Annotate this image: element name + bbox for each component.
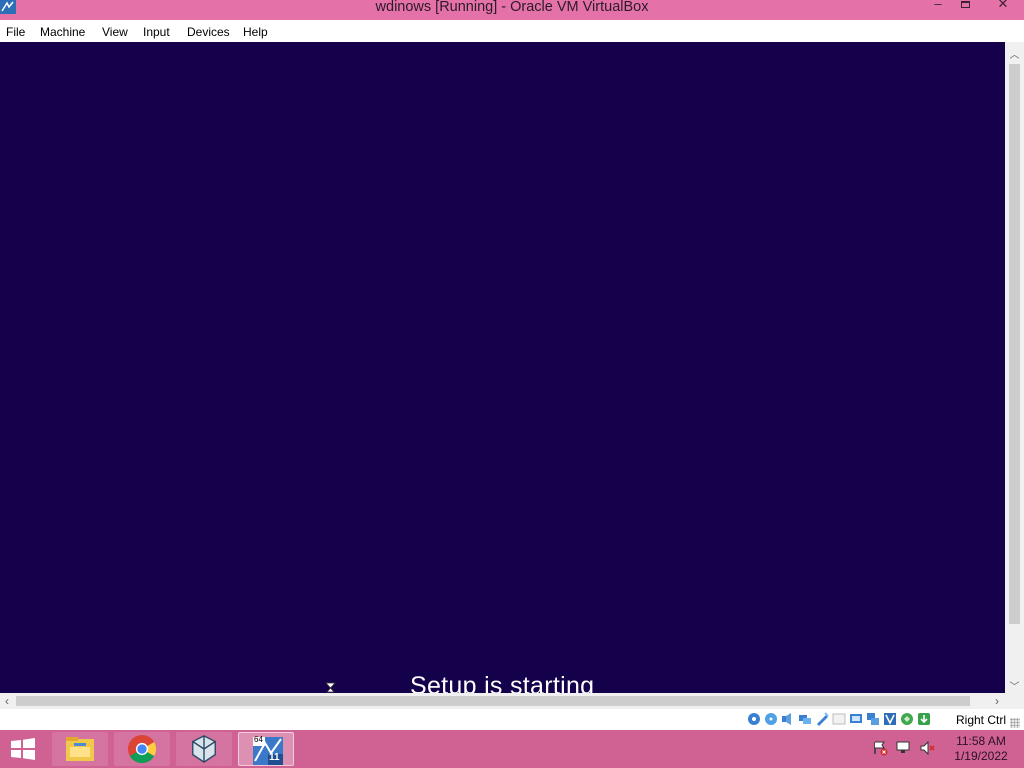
window-title: wdinows [Running] - Oracle VM VirtualBox	[375, 0, 649, 15]
display-icon[interactable]	[849, 712, 863, 726]
clock-time: 11:58 AM	[956, 734, 1006, 748]
mouse-integration-icon[interactable]	[917, 712, 931, 726]
vm-badge-version: 11	[269, 752, 280, 763]
scroll-left-arrow-icon[interactable]: ‹	[0, 694, 14, 708]
scroll-right-arrow-icon[interactable]: ›	[990, 694, 1004, 708]
volume-muted-icon[interactable]	[920, 740, 936, 756]
shared-folders-icon[interactable]	[832, 712, 846, 726]
windows-start-icon[interactable]	[8, 737, 38, 761]
menu-file[interactable]: File	[6, 25, 25, 39]
menu-bar: File Machine View Input Devices Help	[0, 20, 1024, 42]
network-tray-icon[interactable]	[896, 740, 912, 756]
taskbar-clock[interactable]: 11:58 AM 1/19/2022	[948, 734, 1014, 764]
audio-icon[interactable]	[781, 712, 795, 726]
clock-date: 1/19/2022	[954, 749, 1008, 763]
guest-additions-icon[interactable]	[900, 712, 914, 726]
system-tray	[872, 740, 936, 756]
maximize-button[interactable]	[957, 0, 973, 12]
minimize-button[interactable]: –	[930, 0, 946, 12]
scroll-up-arrow-icon[interactable]: ︿	[1005, 46, 1024, 61]
menu-input[interactable]: Input	[143, 25, 170, 39]
horizontal-scroll-thumb[interactable]	[16, 696, 970, 706]
network-icon[interactable]	[798, 712, 812, 726]
taskbar-chrome[interactable]	[114, 732, 170, 766]
setup-status-text: Setup is starting	[410, 672, 595, 693]
hard-disk-icon[interactable]	[747, 712, 761, 726]
menu-machine[interactable]: Machine	[40, 25, 85, 39]
taskbar-virtualbox[interactable]	[176, 732, 232, 766]
scroll-down-arrow-icon[interactable]: ﹀	[1005, 678, 1024, 693]
action-center-icon[interactable]	[872, 740, 888, 756]
taskbar-file-explorer[interactable]	[52, 732, 108, 766]
menu-help[interactable]: Help	[243, 25, 268, 39]
horizontal-scrollbar[interactable]: ‹ ›	[0, 693, 1005, 709]
status-bar: Right Ctrl	[0, 709, 1024, 730]
vertical-scroll-thumb[interactable]	[1009, 64, 1020, 624]
video-capture-icon[interactable]	[866, 712, 880, 726]
file-explorer-icon	[66, 737, 94, 761]
menu-view[interactable]: View	[102, 25, 128, 39]
maximize-icon	[960, 1, 970, 8]
vm-badge-bits: 64	[254, 735, 263, 744]
usb-icon[interactable]	[815, 712, 829, 726]
optical-drive-icon[interactable]	[764, 712, 778, 726]
chrome-icon	[127, 734, 157, 764]
taskbar: 64 11 11:58 AM 1/19/2022	[0, 730, 1024, 768]
device-status-icons	[747, 712, 931, 727]
host-key-label: Right Ctrl	[956, 713, 1007, 727]
scrollbar-corner	[1005, 693, 1024, 709]
vm-display[interactable]: Setup is starting	[0, 42, 1005, 693]
menu-devices[interactable]: Devices	[187, 25, 230, 39]
taskbar-virtualbox-vm[interactable]: 64 11	[238, 732, 294, 766]
virtualbox-icon	[192, 735, 216, 763]
title-bar[interactable]: wdinows [Running] - Oracle VM VirtualBox…	[0, 0, 1024, 20]
virtualization-icon[interactable]	[883, 712, 897, 726]
vertical-scrollbar[interactable]: ︿ ﹀	[1005, 42, 1024, 693]
resize-grip-icon[interactable]	[1010, 718, 1020, 728]
close-button[interactable]: ✕	[986, 0, 1020, 12]
busy-cursor-icon	[325, 682, 336, 693]
